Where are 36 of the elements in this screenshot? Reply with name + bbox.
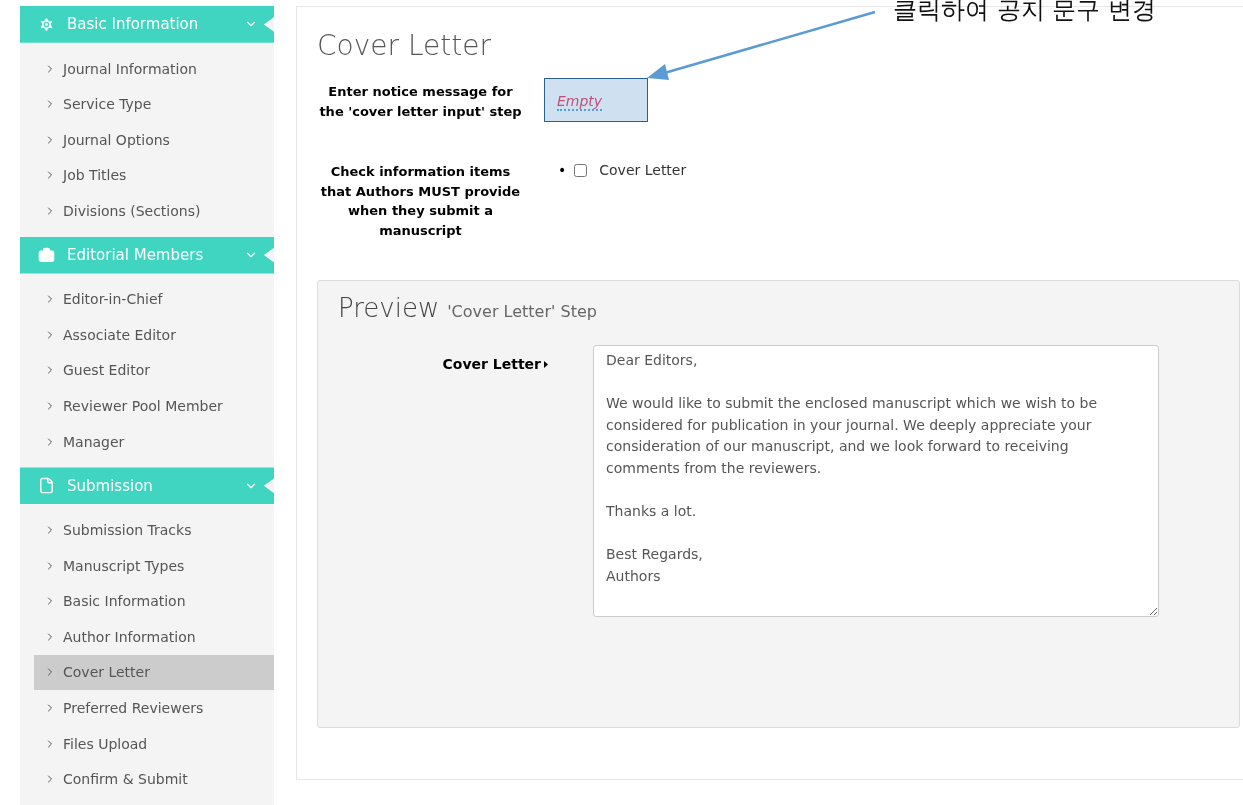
sidebar-item[interactable]: Cover Letter	[34, 654, 274, 691]
checkbox[interactable]	[574, 163, 588, 177]
preview-subtitle: 'Cover Letter' Step	[447, 302, 597, 321]
section-title: Basic Information	[67, 15, 200, 34]
preview-title: Preview	[338, 293, 440, 323]
sidebar-item[interactable]: Associate Editor	[34, 317, 274, 353]
list-bullet: •	[558, 162, 567, 178]
sidebar-item[interactable]: Journal Options	[34, 121, 274, 158]
checkbox-label[interactable]: Cover Letter	[599, 162, 687, 178]
sidebar-item[interactable]: Manager	[34, 423, 274, 460]
sidebar-item[interactable]: Confirm & Submit	[34, 761, 274, 797]
sidebar-item[interactable]: Guest Editor	[34, 352, 274, 389]
sidebar-item[interactable]: Author Information	[34, 619, 274, 655]
sidebar-item[interactable]: Service Type	[34, 86, 274, 122]
file-icon	[38, 477, 55, 495]
sidebar-item[interactable]: Divisions (Sections)	[34, 193, 274, 229]
sidebar-item[interactable]: Submission Tracks	[34, 512, 274, 548]
sidebar-item[interactable]: Editor-in-Chief	[34, 281, 274, 318]
field-label: Cover Letter	[442, 356, 541, 372]
section-title: Editorial Members	[67, 246, 205, 265]
cover-letter-textarea[interactable]: Dear Editors, We would like to submit the enclosed manuscript which we wish to be considered for publication in your journal. We deeply appreciate your consideration of our manuscript, and we look forward to receiving comments from the reviewers. Thanks a lot. Best Regards, Authors	[593, 345, 1159, 617]
sidebar-item[interactable]: Job Titles	[34, 157, 274, 194]
sidebar-item[interactable]: Reviewer Pool Member	[34, 388, 274, 424]
sidebar-item[interactable]: Preferred Reviewers	[34, 690, 274, 726]
sidebar-item[interactable]: Manuscript Types	[34, 547, 274, 584]
annotation-text: 클릭하여 공지 문구 변경	[893, 0, 1156, 26]
page-title: Cover Letter	[317, 29, 492, 62]
sidebar-item[interactable]: Journal Information	[34, 50, 274, 87]
section-title: Submission	[67, 476, 154, 495]
gear-icon	[38, 15, 55, 33]
sidebar-item[interactable]: Files Upload	[34, 725, 274, 762]
field-label: Enter notice message for the 'cover letter input' step	[318, 83, 523, 121]
briefcase-icon	[38, 246, 55, 264]
caret-icon	[544, 360, 548, 368]
sidebar-item[interactable]: Basic Information	[34, 583, 274, 619]
field-label: Check information items that Authors MUST provide when they submit a manuscript	[319, 163, 522, 240]
